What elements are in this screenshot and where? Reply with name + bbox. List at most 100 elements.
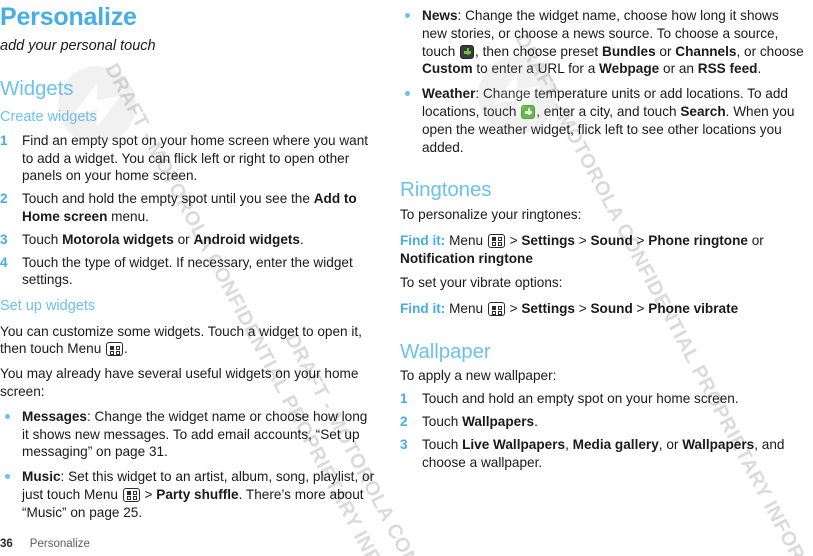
bullet-text: , enter a city, and touch: [536, 103, 681, 119]
step-emphasis: Wallpapers: [462, 414, 535, 430]
step-text: Find an empty spot on your home screen w…: [22, 132, 369, 184]
step-text-mid: ,: [565, 436, 573, 452]
findit-label: Find it:: [400, 301, 446, 317]
wallpaper-steps: 1 Touch and hold an empty spot on your h…: [400, 390, 807, 471]
bullet-term: Weather: [422, 86, 476, 102]
findit-vibrate-path: Find it: Menu > Settings > Sound > Phone…: [400, 300, 807, 318]
step-number: 3: [400, 436, 408, 452]
step-number: 2: [400, 414, 408, 430]
bullet-text: , then choose preset: [475, 43, 602, 59]
bullet-text: or an: [659, 61, 698, 77]
step-text: Touch and hold the empty spot until you …: [22, 191, 314, 207]
setup-text-tail: .: [124, 341, 128, 357]
findit-step: Settings: [521, 301, 575, 317]
step-number: 1: [400, 391, 408, 407]
step-text: Touch: [422, 436, 463, 452]
add-source-plus-icon: [460, 44, 475, 59]
page-subtitle: add your personal touch: [0, 37, 156, 54]
findit-ringtone-path: Find it: Menu > Settings > Sound > Phone…: [400, 232, 807, 268]
bullet-dot-icon: [5, 413, 10, 419]
step-text-tail: .: [299, 231, 304, 247]
findit-sep: >: [632, 301, 649, 317]
menu-icon: [487, 233, 505, 248]
ringtones-intro: To personalize your ringtones:: [400, 206, 582, 222]
left-widget-bullets: Messages: Change the widget name or choo…: [0, 408, 376, 522]
right-column: News: Change the widget name, choose how…: [400, 0, 813, 556]
vibrate-intro: To set your vibrate options:: [400, 275, 563, 291]
bullet-emphasis: Party shuffle: [156, 486, 239, 502]
bullet-text-tail: .: [757, 61, 762, 77]
page-footer: 36 Personalize: [0, 538, 90, 550]
findit-sep: >: [505, 301, 522, 317]
step-text: Touch the type of widget. If necessary, …: [22, 254, 353, 288]
list-item: Music: Set this widget to an artist, alb…: [0, 468, 376, 521]
list-item: 3 Touch Motorola widgets or Android widg…: [0, 231, 376, 249]
step-emphasis: Live Wallpapers: [462, 436, 566, 452]
findit-step: Sound: [590, 301, 633, 317]
list-item: 4 Touch the type of widget. If necessary…: [0, 254, 376, 290]
step-number: 2: [0, 191, 8, 207]
findit-step: Settings: [521, 232, 575, 248]
findit-text: Menu: [445, 232, 487, 248]
findit-step: Sound: [590, 232, 633, 248]
step-emphasis: Wallpapers: [682, 436, 755, 452]
step-text: Touch: [422, 414, 463, 430]
bullet-dot-icon: [405, 13, 410, 18]
menu-icon: [106, 342, 124, 357]
list-item: News: Change the widget name, choose how…: [400, 7, 807, 78]
list-item: Weather: Change temperature units or add…: [400, 85, 807, 156]
findit-step: Notification ringtone: [400, 250, 533, 266]
findit-sep: >: [632, 232, 649, 248]
bullet-text: or: [655, 43, 676, 59]
bullet-emphasis: Search: [680, 103, 726, 119]
bullet-term: Messages: [22, 408, 87, 424]
bullet-text: , or choose: [736, 43, 804, 59]
bullet-emphasis: Bundles: [602, 43, 656, 59]
menu-icon: [487, 302, 505, 317]
step-text: Touch: [22, 231, 63, 247]
findit-label: Find it:: [400, 232, 446, 248]
step-number: 1: [0, 132, 8, 148]
bullet-emphasis: Webpage: [599, 61, 660, 77]
findit-text: Menu: [445, 301, 487, 317]
bullet-emphasis: RSS feed: [697, 61, 758, 77]
step-text-tail: menu.: [107, 209, 149, 225]
page-title: Personalize: [0, 3, 137, 31]
bullet-emphasis: Custom: [422, 61, 473, 77]
list-item: 2 Touch and hold the empty spot until yo…: [0, 190, 376, 226]
step-text-tail: .: [534, 414, 538, 430]
step-emphasis: Android widgets: [193, 231, 300, 247]
left-column: Personalize add your personal touch Widg…: [0, 0, 400, 556]
step-number: 4: [0, 254, 8, 270]
bullet-dot-icon: [405, 91, 410, 97]
bullet-dot-icon: [5, 474, 10, 480]
list-item: 3 Touch Live Wallpapers, Media gallery, …: [400, 436, 807, 472]
findit-step: Phone ringtone: [648, 232, 748, 248]
findit-sep: >: [574, 301, 591, 317]
wallpaper-intro: To apply a new wallpaper:: [400, 368, 557, 384]
findit-mid: or: [747, 232, 764, 248]
setup-text: You can customize some widgets. Touch a …: [0, 323, 362, 357]
bullet-emphasis: Channels: [675, 43, 737, 59]
section-heading-ringtones: Ringtones: [400, 178, 492, 202]
step-text: Touch and hold an empty spot on your hom…: [422, 391, 739, 407]
section-heading-widgets: Widgets: [0, 76, 74, 100]
add-location-plus-icon: [521, 104, 536, 119]
step-emphasis: Media gallery: [572, 436, 659, 452]
setup-paragraph-2: You may already have several useful widg…: [0, 366, 359, 399]
section-heading-wallpaper: Wallpaper: [400, 339, 491, 363]
create-widgets-steps: 1 Find an empty spot on your home screen…: [0, 132, 376, 289]
findit-step: Phone vibrate: [648, 301, 739, 317]
setup-paragraph-1: You can customize some widgets. Touch a …: [0, 323, 376, 359]
list-item: 2 Touch Wallpapers.: [400, 413, 807, 431]
subsection-set-up-widgets: Set up widgets: [0, 298, 96, 315]
step-text-mid: , or: [658, 436, 683, 452]
bullet-text-mid: >: [140, 486, 157, 502]
subsection-create-widgets: Create widgets: [0, 109, 97, 126]
step-emphasis: Motorola widgets: [62, 231, 174, 247]
bullet-term: News: [422, 8, 458, 23]
bullet-term: Music: [22, 469, 61, 485]
list-item: 1 Touch and hold an empty spot on your h…: [400, 390, 807, 408]
step-text-mid: or: [173, 231, 194, 247]
bullet-text: to enter a URL for a: [472, 61, 600, 77]
